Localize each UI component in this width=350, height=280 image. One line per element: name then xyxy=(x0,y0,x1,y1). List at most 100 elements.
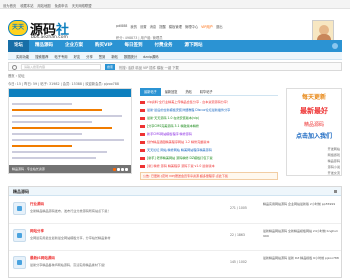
forum-last-post[interactable]: 最新精品网站源码 全新精品模板网站 24小时前 bnghuli 999 xyxy=(263,229,339,239)
forum-desc: 全新精品精品源码发布，发布行业分类源码所有站点下载！ xyxy=(30,209,111,213)
promo-line: 精品源码 xyxy=(303,122,324,128)
announcement-bar[interactable]: 公告: 已更新·[定时 VIP]赠送会员专享资源·超多量程序·点此下载 xyxy=(140,172,278,180)
forum-name[interactable]: 行业源码 xyxy=(30,202,44,207)
nav-toggle-icon[interactable] xyxy=(332,43,338,49)
forum-name[interactable]: 网站分享 xyxy=(30,229,44,234)
promo-line: 最新最好 xyxy=(300,107,328,115)
nav-item-download-site[interactable]: 源下网站 xyxy=(178,40,208,52)
post-tag-icon xyxy=(140,140,145,144)
topbar-link[interactable]: 收藏本站 xyxy=(20,3,33,8)
user-menu-item[interactable]: 我的 xyxy=(130,24,137,29)
subnav-item[interactable]: 分享 xyxy=(86,54,93,59)
tab-latest-replies[interactable]: 最新回复 xyxy=(161,88,182,96)
topbar-link[interactable]: 用站地图 xyxy=(37,3,50,8)
forum-row[interactable]: 行业源码 全新精品精品源码发布，发布行业分类源码所有站点下载！ 271 / 10… xyxy=(9,197,341,224)
tab-hot-posts[interactable]: 热帖 xyxy=(182,88,196,96)
search-input[interactable]: 请输入搜索内容 xyxy=(21,64,101,70)
subnav-item[interactable]: 帖子专用 xyxy=(54,54,67,59)
post-item[interactable]: vip资料·全行业精美上传精品合集分享 - 台本资源源码分享！ xyxy=(140,98,278,106)
forum-last-post[interactable]: 最新精品网站源码 最新 DZ 精品模板 6小时前 pjzoo788 xyxy=(263,256,339,261)
nav-item-checkin[interactable]: 每日签到 xyxy=(118,40,148,52)
post-list: vip资料·全行业精美上传精品合集分享 - 台本资源源码分享！ 最新·最后的全新… xyxy=(140,98,278,170)
site-header: 天天 源码社区 bbs.aezhan.com pdl888 我的 设置 消息 提… xyxy=(0,9,350,57)
nav-item-paid-services[interactable]: 付费业务 xyxy=(148,40,178,52)
user-menu-item[interactable]: 提醒 xyxy=(159,24,166,29)
forum-count: 145 / 1002 xyxy=(230,260,247,264)
avatar[interactable] xyxy=(312,20,334,42)
promo-line: 点击加入我们 xyxy=(295,133,332,140)
subnav-item[interactable]: dzvip源码 xyxy=(143,54,158,59)
slide-image-line xyxy=(12,109,102,111)
board-title: 精品源码 xyxy=(13,189,29,194)
post-tag-icon xyxy=(140,108,145,112)
forum-count: 22 / 1863 xyxy=(230,233,245,237)
forum-icon xyxy=(13,202,26,215)
subnav-item[interactable]: 搜索推荐 xyxy=(35,54,48,59)
forum-row[interactable]: 最新JS网站源码 最新分享精品各种JS网站源码，高清实用精品素材下载！ 145 … xyxy=(9,251,341,278)
site-logo[interactable]: 天天 源码社区 bbs.aezhan.com xyxy=(8,19,80,57)
subnav-item[interactable]: 签到 xyxy=(99,54,106,59)
tab-digest-posts[interactable]: 精华帖子 xyxy=(196,88,217,96)
post-item[interactable]: [新手] 老师精美网站 源码精修 DZ模板打包下载 xyxy=(140,154,278,162)
nav-item-buy-vip[interactable]: 购买VIP xyxy=(89,40,118,52)
forum-board: 精品源码 行业源码 全新精品精品源码发布，发布行业分类源码所有站点下载！ 271… xyxy=(8,186,342,278)
post-item[interactable]: 天天论坛 网站 精修网站 精美网站程序精美源码 xyxy=(140,146,278,154)
post-item[interactable]: 创作精品通图精美程序网站 1.2 精修完整版本 xyxy=(140,138,278,146)
promo-line: 每天更新 xyxy=(301,94,326,101)
side-link[interactable]: 开发交流 xyxy=(286,170,342,176)
subnav-item[interactable]: 新帖 xyxy=(111,54,118,59)
topbar-link[interactable]: 天天网络联盟 xyxy=(72,3,92,8)
hot-search[interactable]: 热搜: 活跃 精品 VIP 插件 模板 一键 下载 xyxy=(119,65,179,70)
slide-dot[interactable] xyxy=(121,168,124,171)
post-item[interactable]: [新] 精修 源码 精美程序 源码下载 v1.0 最新版本 xyxy=(140,162,278,170)
forum-row[interactable]: 网站分享 全网最实用最全最新最全网站模板分享，分享站长精品素材 22 / 186… xyxy=(9,224,341,251)
search-icon xyxy=(12,64,17,70)
breadcrumb[interactable]: 首页 › 论坛 xyxy=(8,73,25,78)
post-tag-icon xyxy=(140,164,145,168)
forum-icon xyxy=(13,229,26,242)
nav-item-premium-source[interactable]: 精品源码 xyxy=(29,40,59,52)
subnav-item[interactable]: 实用功能 xyxy=(16,54,29,59)
collapse-icon[interactable] xyxy=(334,190,337,193)
post-item[interactable]: 最新·最后的全新模板安装详细教程 Discuz论坛最新插件分享 xyxy=(140,106,278,114)
slide-image-line xyxy=(12,151,107,153)
slide-image-line xyxy=(12,121,92,123)
user-menu-item[interactable]: 设置 xyxy=(140,24,147,29)
forum-name[interactable]: 最新JS网站源码 xyxy=(30,256,55,261)
search-button[interactable]: 搜索 xyxy=(105,64,115,70)
main-nav: 论坛 精品源码 企业方案 购买VIP 每日签到 付费业务 源下网站 xyxy=(8,40,342,52)
featured-slideshow[interactable]: 精品源码 · 专业站长资源 xyxy=(8,88,132,174)
search-bar: 请输入搜索内容 搜索 热搜: 活跃 精品 VIP 插件 模板 一键 下载 xyxy=(8,62,342,71)
slide-image-line xyxy=(12,157,96,159)
board-header: 精品源码 xyxy=(9,187,341,196)
topbar-link[interactable]: 免费申请 xyxy=(55,3,68,8)
slide-image-line xyxy=(12,133,82,135)
featured-area: 精品源码 · 专业站长资源 最新帖子 最新回复 热帖 精华帖子 vip资料·全行… xyxy=(8,88,342,184)
slide-dot[interactable] xyxy=(125,168,128,171)
nav-item-enterprise[interactable]: 企业方案 xyxy=(59,40,89,52)
topbar-link[interactable]: 设为首页 xyxy=(3,3,16,8)
tab-latest-posts[interactable]: 最新帖子 xyxy=(140,88,161,96)
subnav-item[interactable]: 好友 xyxy=(74,54,81,59)
post-item[interactable]: 新手CMS网站模板程序·精修源码 xyxy=(140,130,278,138)
user-menu-item[interactable]: 模板管理 xyxy=(169,24,182,29)
vip-badge[interactable]: VIP用户 xyxy=(201,24,213,29)
post-tabs: 最新帖子 最新回复 热帖 精华帖子 xyxy=(140,88,278,96)
post-item[interactable]: [分享CMS完美源码 3.1 精致版本精修 xyxy=(140,122,278,130)
user-menu-item[interactable]: 消息 xyxy=(150,24,157,29)
logout-link[interactable]: 退出 xyxy=(216,24,223,29)
user-menu-item[interactable]: 管理中心 xyxy=(185,24,198,29)
forum-last-post[interactable]: 精品实用网站源码 企业网站最新版 2小时前 pp55999 xyxy=(263,202,339,207)
forum-count: 271 / 1005 xyxy=(230,206,247,210)
slide-image-line xyxy=(12,127,112,129)
subnav-item[interactable]: 数据统计 xyxy=(124,54,137,59)
nav-item-forum[interactable]: 论坛 xyxy=(8,40,29,52)
user-menu-username[interactable]: pdl888 xyxy=(116,24,127,29)
slide-dot[interactable] xyxy=(113,168,116,171)
slide-dot[interactable] xyxy=(117,168,120,171)
slide-image-line xyxy=(12,103,72,105)
forum-stats: 今日: 15 | 昨日: 59 | 帖子: 31982 | 会员: 15388 … xyxy=(8,82,119,86)
post-tag-icon xyxy=(140,132,145,136)
forum-desc: 全网最实用最全最新最全网站模板分享，分享站长精品素材 xyxy=(30,236,111,240)
post-item[interactable]: 最新·天天源码 1.0 在线安装版本(vip) xyxy=(140,114,278,122)
